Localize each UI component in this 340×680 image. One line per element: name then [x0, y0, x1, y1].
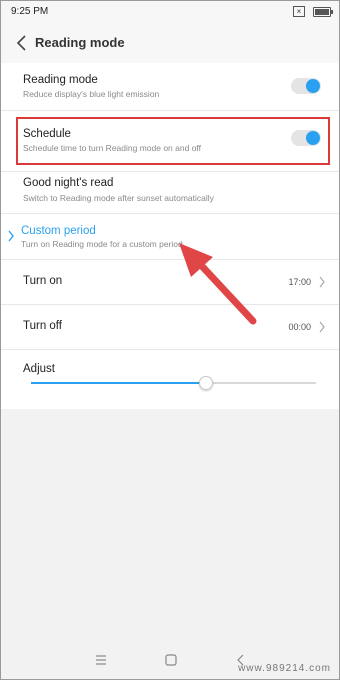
- row-good-nights-read[interactable]: Good night's read Switch to Reading mode…: [1, 171, 339, 214]
- row-subtitle: Reduce display's blue light emission: [23, 89, 160, 99]
- row-subtitle: Switch to Reading mode after sunset auto…: [23, 193, 214, 203]
- row-title: Adjust: [23, 363, 55, 375]
- annotation-arrow: [179, 243, 257, 325]
- row-reading-mode[interactable]: Reading mode Reduce display's blue light…: [1, 63, 339, 111]
- reading-mode-toggle[interactable]: [291, 78, 321, 94]
- row-turn-on[interactable]: Turn on 17:00: [1, 259, 339, 305]
- chevron-right-selected-icon: [8, 230, 14, 242]
- row-title: Turn off: [23, 320, 62, 332]
- schedule-highlight-box: [16, 117, 330, 165]
- home-square-icon[interactable]: [163, 653, 179, 667]
- menu-icon[interactable]: [93, 653, 109, 667]
- row-title: Good night's read: [23, 177, 114, 189]
- watermark: www.989214.com: [238, 663, 331, 674]
- row-title: Turn on: [23, 275, 63, 287]
- page-title: Reading mode: [35, 35, 125, 50]
- row-adjust: Adjust: [1, 349, 339, 409]
- row-custom-period[interactable]: Custom period Turn on Reading mode for a…: [1, 213, 339, 260]
- row-subtitle: Turn on Reading mode for a custom period: [21, 239, 183, 249]
- settings-list: Reading mode Reduce display's blue light…: [1, 63, 339, 409]
- chevron-left-icon[interactable]: [15, 33, 29, 53]
- chevron-right-icon: [319, 321, 325, 333]
- turn-off-time: 00:00: [288, 322, 311, 332]
- adjust-slider[interactable]: [31, 376, 316, 390]
- status-time: 9:25 PM: [11, 6, 49, 17]
- row-turn-off[interactable]: Turn off 00:00: [1, 304, 339, 350]
- app-header: Reading mode: [1, 23, 339, 63]
- nav-bar: www.989214.com: [1, 641, 339, 679]
- battery-icon: [313, 7, 333, 17]
- slider-fill: [31, 382, 205, 384]
- status-bar: 9:25 PM ×: [1, 1, 339, 23]
- row-title: Reading mode: [23, 74, 98, 86]
- phone-screen: 9:25 PM × Reading mode Reading mode Redu…: [0, 0, 340, 680]
- slider-thumb[interactable]: [198, 376, 213, 390]
- row-title: Custom period: [21, 225, 96, 237]
- turn-on-time: 17:00: [288, 277, 311, 287]
- chevron-right-icon: [319, 276, 325, 288]
- sim-icon: ×: [293, 6, 305, 17]
